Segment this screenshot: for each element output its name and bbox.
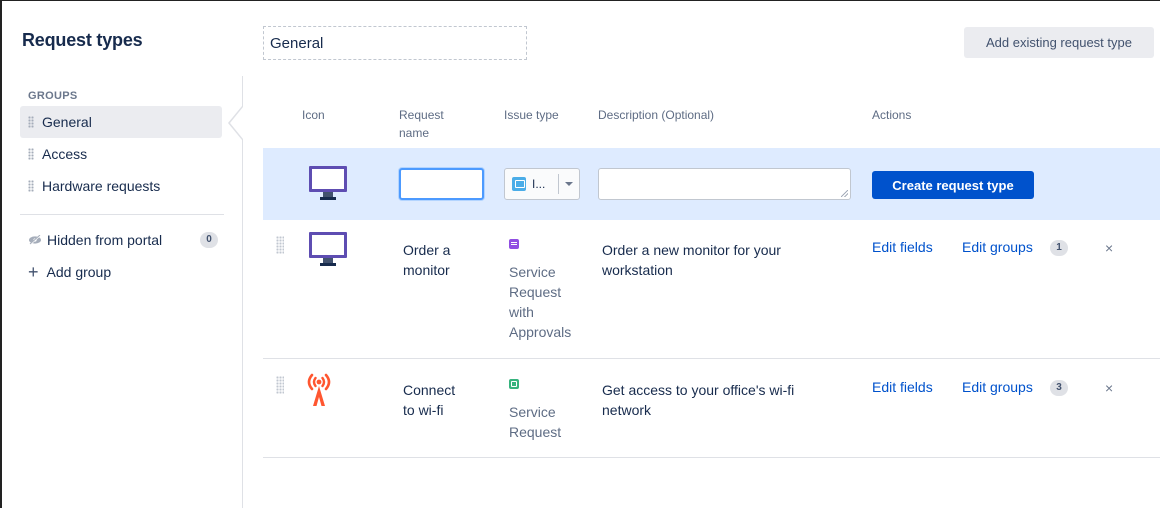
- service-request-approvals-icon: [509, 239, 519, 249]
- groups-heading: GROUPS: [28, 90, 78, 102]
- edit-groups-link[interactable]: Edit groups: [962, 379, 1033, 395]
- issue-type-line: with: [509, 304, 534, 320]
- description-input[interactable]: [598, 168, 851, 200]
- issue-type-line: Service: [509, 404, 556, 420]
- drag-handle-icon[interactable]: [28, 116, 34, 128]
- plus-icon: +: [28, 262, 39, 282]
- request-description: Get access to your office's wi-fi networ…: [602, 380, 794, 420]
- service-request-icon: [509, 379, 519, 389]
- sidebar-item-hidden-from-portal[interactable]: Hidden from portal 0: [28, 232, 218, 248]
- monitor-icon[interactable]: [309, 166, 347, 202]
- column-header-actions: Actions: [872, 108, 912, 122]
- request-name: Connect to wi-fi: [403, 380, 455, 420]
- request-name-line: to wi-fi: [403, 402, 444, 418]
- drag-handle-icon[interactable]: [28, 180, 34, 192]
- issue-type-line: Service: [509, 264, 556, 280]
- create-request-type-button[interactable]: Create request type: [872, 171, 1034, 199]
- page-title: Request types: [22, 30, 143, 50]
- add-group-label: Add group: [46, 264, 112, 280]
- remove-request-type-button[interactable]: ×: [1105, 380, 1113, 396]
- sidebar-item-label: Hardware requests: [42, 178, 161, 194]
- sidebar: Request types GROUPS General Access Hard…: [2, 0, 242, 508]
- row-divider: [263, 358, 1160, 359]
- edit-fields-link[interactable]: Edit fields: [872, 379, 933, 395]
- column-header-issue-type: Issue type: [504, 108, 559, 122]
- add-existing-request-type-button[interactable]: Add existing request type: [964, 27, 1154, 58]
- column-header-icon: Icon: [302, 108, 325, 122]
- hidden-label: Hidden from portal: [47, 232, 163, 248]
- column-header-line: Request: [399, 108, 444, 122]
- issue-type-label: Service Request: [509, 402, 561, 442]
- description-line: workstation: [602, 262, 673, 278]
- eye-slash-icon: [29, 235, 41, 245]
- request-name: Order a monitor: [403, 240, 450, 280]
- issue-type-line: Request: [509, 284, 562, 300]
- request-name-line: Connect: [403, 382, 456, 398]
- request-description: Order a new monitor for your workstation: [602, 240, 781, 280]
- drag-handle-icon[interactable]: [28, 148, 34, 160]
- row-drag-handle-icon[interactable]: [276, 376, 284, 394]
- edit-fields-link[interactable]: Edit fields: [872, 239, 933, 255]
- sidebar-divider: [20, 214, 224, 215]
- resize-handle-icon[interactable]: [841, 190, 848, 197]
- issue-type-select[interactable]: I...: [504, 168, 580, 200]
- issue-type-line: Request: [509, 424, 562, 440]
- description-line: network: [602, 402, 652, 418]
- request-name-line: Order a: [403, 242, 451, 258]
- description-line: Get access to your office's wi-fi: [602, 382, 795, 398]
- group-name-field[interactable]: General: [263, 26, 527, 60]
- sidebar-item-label: General: [42, 114, 92, 130]
- sidebar-item-label: Access: [42, 146, 88, 162]
- wifi-icon: [307, 373, 331, 406]
- column-header-description: Description (Optional): [598, 108, 715, 122]
- hidden-count-badge: 0: [200, 232, 218, 248]
- sidebar-item-hardware-requests[interactable]: Hardware requests: [20, 170, 222, 202]
- chevron-down-icon[interactable]: [565, 182, 573, 186]
- groups-count-badge: 1: [1050, 240, 1068, 256]
- monitor-icon: [309, 232, 347, 268]
- remove-request-type-button[interactable]: ×: [1105, 240, 1113, 256]
- active-group-pointer: [228, 106, 243, 140]
- issue-type-selected: I...: [532, 177, 546, 191]
- issue-type-line: Approvals: [509, 324, 572, 340]
- sidebar-vertical-divider: [242, 76, 243, 508]
- add-group-button[interactable]: + Add group: [28, 262, 112, 282]
- edit-groups-link[interactable]: Edit groups: [962, 239, 1033, 255]
- description-line: Order a new monitor for your: [602, 242, 781, 258]
- issue-type-label: Service Request with Approvals: [509, 262, 571, 342]
- column-header-line: name: [399, 126, 430, 140]
- request-name-input[interactable]: [399, 168, 484, 200]
- sidebar-item-general[interactable]: General: [20, 106, 222, 138]
- request-name-line: monitor: [403, 262, 450, 278]
- issue-type-icon: [512, 177, 526, 191]
- row-drag-handle-icon[interactable]: [276, 236, 284, 254]
- sidebar-item-access[interactable]: Access: [20, 138, 222, 170]
- column-header-request-name: Request name: [399, 106, 444, 142]
- groups-count-badge: 3: [1050, 380, 1068, 396]
- row-divider: [263, 457, 1160, 458]
- select-divider: [558, 174, 559, 194]
